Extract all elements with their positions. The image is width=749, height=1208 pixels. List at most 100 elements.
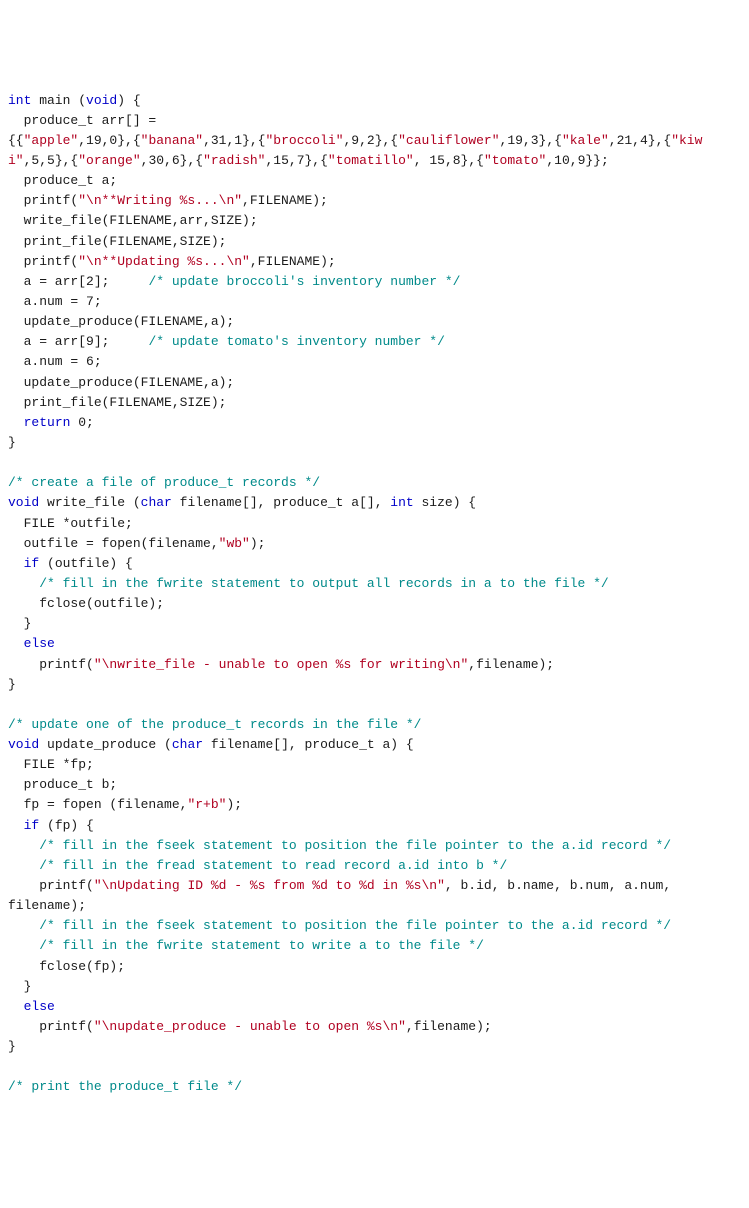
text: ,19,0},{ bbox=[78, 133, 140, 148]
text: printf( bbox=[8, 254, 78, 269]
text: printf( bbox=[8, 878, 94, 893]
text: outfile = fopen(filename, bbox=[8, 536, 219, 551]
string-literal: "radish" bbox=[203, 153, 265, 168]
kw-int: int bbox=[8, 93, 31, 108]
text bbox=[8, 556, 24, 571]
text: filename[], produce_t a[], bbox=[172, 495, 390, 510]
code-line: produce_t b; bbox=[8, 777, 117, 792]
code-line: FILE *fp; bbox=[8, 757, 94, 772]
string-literal: i" bbox=[8, 153, 24, 168]
text: ,30,6},{ bbox=[141, 153, 203, 168]
text: size) { bbox=[414, 495, 476, 510]
string-literal: "kale" bbox=[562, 133, 609, 148]
text: {{ bbox=[8, 133, 24, 148]
code-line: print_file(FILENAME,SIZE); bbox=[8, 395, 226, 410]
string-literal: "\n**Updating %s...\n" bbox=[78, 254, 250, 269]
kw-else: else bbox=[24, 636, 55, 651]
kw-void: void bbox=[8, 737, 39, 752]
code-line: } bbox=[8, 616, 31, 631]
code-line: } bbox=[8, 677, 16, 692]
string-literal: "\nwrite_file - unable to open %s for wr… bbox=[94, 657, 468, 672]
kw-return: return bbox=[24, 415, 71, 430]
text: ) { bbox=[117, 93, 140, 108]
text: printf( bbox=[8, 1019, 94, 1034]
code-block: int main (void) { produce_t arr[] = {{"a… bbox=[8, 91, 741, 1098]
string-literal: "orange" bbox=[78, 153, 140, 168]
comment: /* fill in the fread statement to read r… bbox=[8, 858, 507, 873]
string-literal: "\nupdate_produce - unable to open %s\n" bbox=[94, 1019, 406, 1034]
text: , 15,8},{ bbox=[414, 153, 484, 168]
kw-void: void bbox=[86, 93, 117, 108]
code-line: update_produce(FILENAME,a); bbox=[8, 375, 234, 390]
comment: /* fill in the fwrite statement to write… bbox=[8, 938, 484, 953]
code-line: fclose(outfile); bbox=[8, 596, 164, 611]
string-literal: "apple" bbox=[24, 133, 79, 148]
text: ,FILENAME); bbox=[242, 193, 328, 208]
text: printf( bbox=[8, 657, 94, 672]
text: ,19,3},{ bbox=[500, 133, 562, 148]
text: a = arr[2]; bbox=[8, 274, 148, 289]
string-literal: "kiw bbox=[671, 133, 702, 148]
string-literal: "r+b" bbox=[187, 797, 226, 812]
code-line: } bbox=[8, 979, 31, 994]
code-line: a.num = 6; bbox=[8, 354, 102, 369]
string-literal: "cauliflower" bbox=[398, 133, 499, 148]
code-line: write_file(FILENAME,arr,SIZE); bbox=[8, 213, 258, 228]
text: write_file ( bbox=[39, 495, 140, 510]
string-literal: "wb" bbox=[219, 536, 250, 551]
text: fp = fopen (filename, bbox=[8, 797, 187, 812]
code-line: FILE *outfile; bbox=[8, 516, 133, 531]
text: ,10,9}}; bbox=[546, 153, 608, 168]
text bbox=[8, 999, 24, 1014]
kw-else: else bbox=[24, 999, 55, 1014]
comment: /* update tomato's inventory number */ bbox=[148, 334, 444, 349]
text: ,FILENAME); bbox=[250, 254, 336, 269]
text: ); bbox=[226, 797, 242, 812]
kw-if: if bbox=[24, 556, 40, 571]
string-literal: "banana" bbox=[141, 133, 203, 148]
text: (outfile) { bbox=[39, 556, 133, 571]
text: (fp) { bbox=[39, 818, 94, 833]
comment: /* fill in the fwrite statement to outpu… bbox=[8, 576, 609, 591]
comment: /* update one of the produce_t records i… bbox=[8, 717, 421, 732]
code-line: } bbox=[8, 1039, 16, 1054]
code-line: filename); bbox=[8, 898, 86, 913]
code-line: fclose(fp); bbox=[8, 959, 125, 974]
text: ,15,7},{ bbox=[265, 153, 327, 168]
kw-char: char bbox=[172, 737, 203, 752]
text: printf( bbox=[8, 193, 78, 208]
text: filename[], produce_t a) { bbox=[203, 737, 414, 752]
comment: /* print the produce_t file */ bbox=[8, 1079, 242, 1094]
text: 0; bbox=[70, 415, 93, 430]
text bbox=[8, 818, 24, 833]
string-literal: "broccoli" bbox=[265, 133, 343, 148]
code-line: print_file(FILENAME,SIZE); bbox=[8, 234, 226, 249]
kw-int: int bbox=[390, 495, 413, 510]
code-line: } bbox=[8, 435, 16, 450]
code-line: produce_t arr[] = bbox=[8, 113, 156, 128]
text bbox=[8, 415, 24, 430]
comment: /* fill in the fseek statement to positi… bbox=[8, 918, 671, 933]
text: ); bbox=[250, 536, 266, 551]
code-line: update_produce(FILENAME,a); bbox=[8, 314, 234, 329]
text: , b.id, b.name, b.num, a.num, bbox=[445, 878, 671, 893]
text: ,21,4},{ bbox=[609, 133, 671, 148]
comment: /* fill in the fseek statement to positi… bbox=[8, 838, 671, 853]
kw-void: void bbox=[8, 495, 39, 510]
text: ,31,1},{ bbox=[203, 133, 265, 148]
text bbox=[8, 636, 24, 651]
code-line: a.num = 7; bbox=[8, 294, 102, 309]
comment: /* create a file of produce_t records */ bbox=[8, 475, 320, 490]
text: update_produce ( bbox=[39, 737, 172, 752]
text: ,9,2},{ bbox=[344, 133, 399, 148]
comment: /* update broccoli's inventory number */ bbox=[148, 274, 460, 289]
string-literal: "\n**Writing %s...\n" bbox=[78, 193, 242, 208]
string-literal: "tomatillo" bbox=[328, 153, 414, 168]
kw-char: char bbox=[141, 495, 172, 510]
string-literal: "tomato" bbox=[484, 153, 546, 168]
text: main ( bbox=[31, 93, 86, 108]
text: a = arr[9]; bbox=[8, 334, 148, 349]
text: ,5,5},{ bbox=[24, 153, 79, 168]
string-literal: "\nUpdating ID %d - %s from %d to %d in … bbox=[94, 878, 445, 893]
kw-if: if bbox=[24, 818, 40, 833]
